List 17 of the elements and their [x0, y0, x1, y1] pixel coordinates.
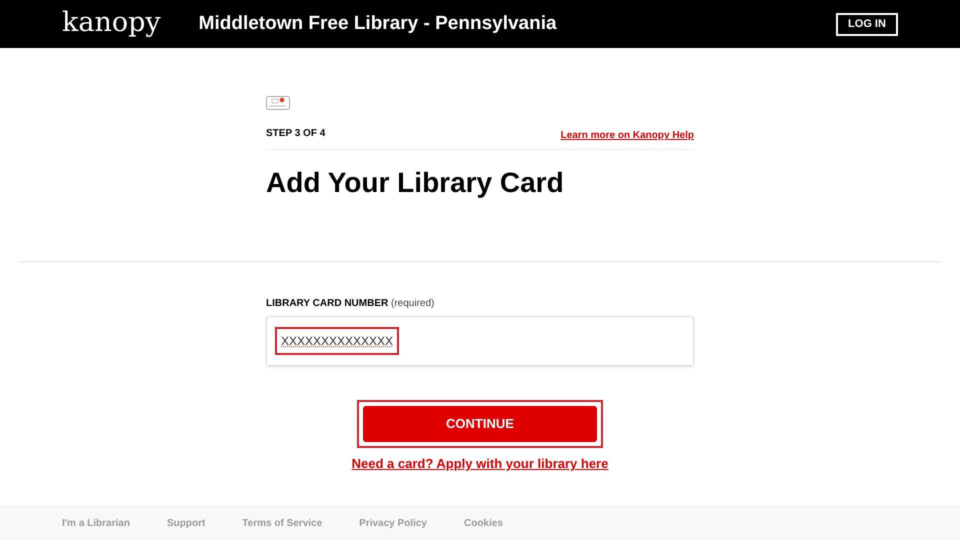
card-number-value: XXXXXXXXXXXXXX: [281, 333, 394, 350]
help-link[interactable]: Learn more on Kanopy Help: [560, 128, 694, 143]
footer-link[interactable]: Terms of Service: [242, 516, 322, 531]
page-heading: Add Your Library Card: [266, 166, 565, 200]
step-indicator: STEP 3 OF 4: [266, 127, 326, 141]
footer-link[interactable]: Privacy Policy: [359, 516, 427, 531]
footer-link[interactable]: I'm a Librarian: [62, 516, 130, 531]
footer-link[interactable]: Cookies: [464, 516, 503, 531]
library-card-icon: [266, 96, 290, 110]
continue-button[interactable]: CONTINUE: [363, 406, 597, 442]
card-number-field[interactable]: XXXXXXXXXXXXXX: [266, 316, 694, 366]
login-button[interactable]: LOG IN: [836, 12, 898, 36]
field-label: LIBRARY CARD NUMBER (required): [266, 297, 436, 311]
library-name: Middletown Free Library - Pennsylvania: [198, 12, 557, 36]
logo[interactable]: kanopy: [62, 8, 161, 36]
footer-link[interactable]: Support: [166, 516, 206, 531]
apply-link[interactable]: Need a card? Apply with your library here: [352, 454, 608, 474]
